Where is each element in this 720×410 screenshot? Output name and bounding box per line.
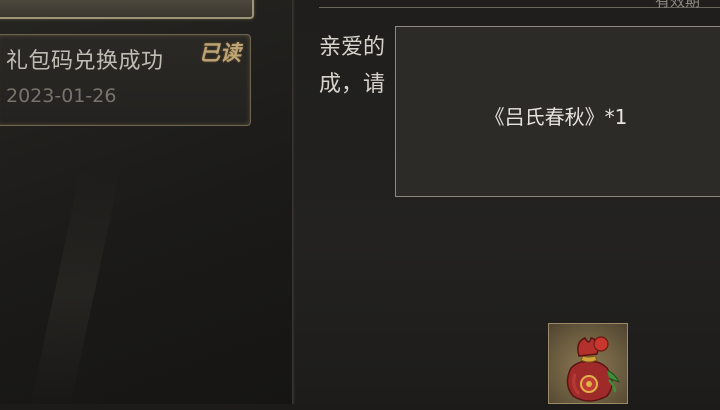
mail-body-line-2: 成，请 [319,72,386,97]
mail-item[interactable]: 礼包码兑换成功 2023-01-26 已读 [0,34,251,126]
mail-item-date: 2023-01-26 [6,85,117,107]
mail-body-line-1: 亲爱的 [319,35,386,60]
mail-list-panel: 礼包码兑换成功 2023-01-26 已读 [0,0,292,404]
mail-item-previous[interactable] [0,0,254,19]
read-status-badge: 已读 [199,40,241,65]
reward-item-slot[interactable] [548,323,628,404]
mail-item-title: 礼包码兑换成功 [6,49,164,74]
expiry-label: 有效期 [655,0,701,10]
item-tooltip-text: 《吕氏春秋》*1 [484,105,628,129]
item-tooltip: 《吕氏春秋》*1 [395,26,720,197]
lucky-bag-icon [566,336,620,402]
